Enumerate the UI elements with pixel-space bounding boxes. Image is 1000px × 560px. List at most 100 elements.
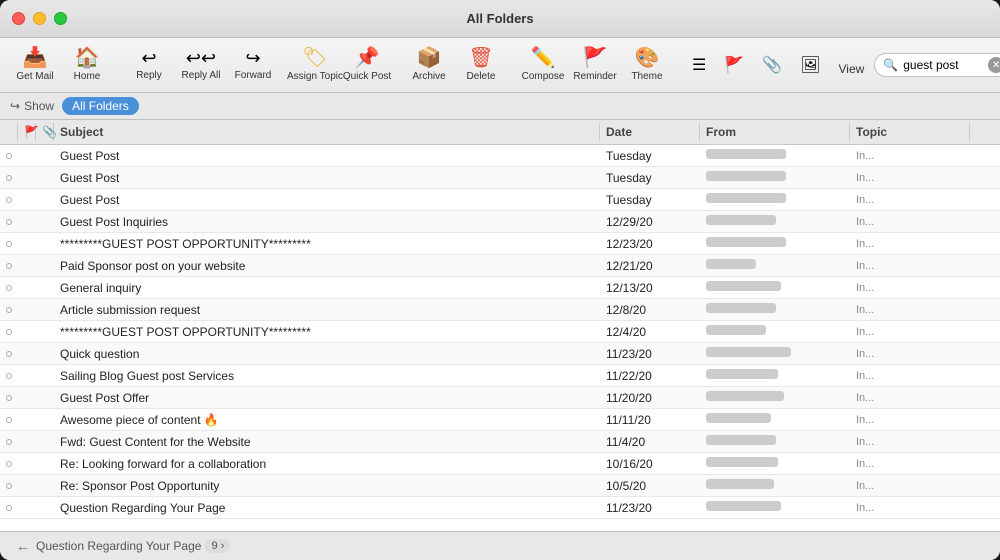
row-from (700, 388, 850, 408)
header-attach-col: 📎 (36, 123, 54, 141)
row-date: 12/8/20 (600, 300, 700, 320)
forward-button[interactable]: ↪ Forward (228, 45, 278, 85)
forward-icon: ↪ (245, 49, 260, 67)
row-dot (0, 458, 18, 470)
row-subject[interactable]: Sailing Blog Guest post Services (54, 366, 600, 386)
search-bar[interactable]: 🔍 ✕ (874, 53, 1000, 77)
row-flag (18, 351, 36, 357)
flag-view-button[interactable]: 🚩 (716, 51, 752, 79)
row-subject[interactable]: Re: Sponsor Post Opportunity (54, 476, 600, 496)
email-row[interactable]: Quick question 11/23/20 In... (0, 343, 1000, 365)
nav-back-button[interactable]: ← (10, 536, 36, 556)
close-button[interactable] (12, 12, 25, 25)
theme-button[interactable]: 🎨 Theme (622, 44, 672, 86)
row-attach (36, 417, 54, 423)
view-label: View (839, 54, 865, 76)
archive-button[interactable]: 📦 Archive (404, 44, 454, 86)
row-from (700, 432, 850, 452)
all-folders-tag[interactable]: All Folders (62, 97, 139, 115)
email-row[interactable]: General inquiry 12/13/20 In... (0, 277, 1000, 299)
get-mail-button[interactable]: 📥 Get Mail (10, 44, 60, 86)
reply-all-button[interactable]: ↩↩ Reply All (176, 45, 226, 85)
maximize-button[interactable] (54, 12, 67, 25)
row-subject[interactable]: Guest Post (54, 190, 600, 210)
row-extra (970, 175, 1000, 181)
row-subject[interactable]: Guest Post (54, 146, 600, 166)
row-subject[interactable]: General inquiry (54, 278, 600, 298)
row-extra (970, 461, 1000, 467)
row-date: 12/21/20 (600, 256, 700, 276)
email-row[interactable]: *********GUEST POST OPPORTUNITY*********… (0, 233, 1000, 255)
email-row[interactable]: Paid Sponsor post on your website 12/21/… (0, 255, 1000, 277)
list-view-button[interactable]: ☰ (684, 51, 714, 79)
row-from (700, 278, 850, 298)
email-row[interactable]: Re: Looking forward for a collaboration … (0, 453, 1000, 475)
image-view-icon: 🖼 (800, 55, 820, 75)
get-mail-label: Get Mail (16, 71, 53, 82)
email-row[interactable]: Guest Post Offer 11/20/20 In... (0, 387, 1000, 409)
archive-icon: 📦 (417, 48, 442, 68)
show-button[interactable]: ↪ Show (10, 99, 54, 113)
compose-button[interactable]: ✏️ Compose (518, 44, 568, 86)
email-row[interactable]: Article submission request 12/8/20 In... (0, 299, 1000, 321)
row-date: 11/20/20 (600, 388, 700, 408)
forward-label: Forward (235, 70, 272, 81)
email-row[interactable]: Guest Post Tuesday In... (0, 167, 1000, 189)
email-row[interactable]: Sailing Blog Guest post Services 11/22/2… (0, 365, 1000, 387)
row-subject[interactable]: Article submission request (54, 300, 600, 320)
reply-button[interactable]: ↩ Reply (124, 45, 174, 85)
row-subject[interactable]: *********GUEST POST OPPORTUNITY********* (54, 322, 600, 342)
email-row[interactable]: Guest Post Tuesday In... (0, 145, 1000, 167)
row-flag (18, 373, 36, 379)
row-subject[interactable]: Guest Post (54, 168, 600, 188)
email-row[interactable]: Guest Post Tuesday In... (0, 189, 1000, 211)
row-subject[interactable]: Paid Sponsor post on your website (54, 256, 600, 276)
header-subject-col[interactable]: Subject (54, 123, 600, 141)
row-subject[interactable]: Fwd: Guest Content for the Website (54, 432, 600, 452)
assign-topic-button[interactable]: 🏷 Assign Topic (290, 44, 340, 86)
search-input[interactable] (903, 58, 983, 72)
row-subject[interactable]: Re: Looking forward for a collaboration (54, 454, 600, 474)
attachment-view-button[interactable]: 📎 (754, 51, 790, 79)
view-label-btn[interactable]: View (831, 50, 873, 80)
email-row[interactable]: Question Regarding Your Page 11/23/20 In… (0, 497, 1000, 519)
row-from (700, 454, 850, 474)
header-topic-col[interactable]: Topic (850, 123, 970, 141)
delete-icon: 🗑 (468, 48, 493, 68)
home-button[interactable]: 🏠 Home (62, 44, 112, 86)
email-row[interactable]: Fwd: Guest Content for the Website 11/4/… (0, 431, 1000, 453)
row-attach (36, 329, 54, 335)
delete-button[interactable]: 🗑 Delete (456, 44, 506, 86)
row-dot (0, 326, 18, 338)
row-flag (18, 483, 36, 489)
image-view-button[interactable]: 🖼 (792, 51, 828, 79)
search-clear-button[interactable]: ✕ (988, 57, 1000, 73)
email-row[interactable]: Guest Post Inquiries 12/29/20 In... (0, 211, 1000, 233)
theme-label: Theme (631, 71, 662, 82)
delete-label: Delete (467, 71, 496, 82)
email-row[interactable]: *********GUEST POST OPPORTUNITY*********… (0, 321, 1000, 343)
row-subject[interactable]: Question Regarding Your Page (54, 498, 600, 518)
row-topic: In... (850, 367, 970, 385)
row-dot (0, 238, 18, 250)
row-subject[interactable]: Guest Post Inquiries (54, 212, 600, 232)
header-from-col[interactable]: From (700, 123, 850, 141)
row-dot (0, 282, 18, 294)
row-dot (0, 260, 18, 272)
badge-count[interactable]: 9 › (205, 539, 230, 553)
email-row[interactable]: Awesome piece of content 🔥 11/11/20 In..… (0, 409, 1000, 431)
row-topic: In... (850, 235, 970, 253)
minimize-button[interactable] (33, 12, 46, 25)
header-date-col[interactable]: Date (600, 123, 700, 141)
row-extra (970, 439, 1000, 445)
assign-topic-icon: 🏷 (302, 48, 327, 68)
reminder-button[interactable]: 🚩 Reminder (570, 44, 620, 86)
row-subject[interactable]: Awesome piece of content 🔥 (54, 410, 600, 430)
row-subject[interactable]: Guest Post Offer (54, 388, 600, 408)
show-label: Show (24, 99, 54, 113)
row-date: 10/16/20 (600, 454, 700, 474)
email-row[interactable]: Re: Sponsor Post Opportunity 10/5/20 In.… (0, 475, 1000, 497)
quick-post-button[interactable]: 📌 Quick Post (342, 44, 392, 86)
row-subject[interactable]: *********GUEST POST OPPORTUNITY********* (54, 234, 600, 254)
row-subject[interactable]: Quick question (54, 344, 600, 364)
